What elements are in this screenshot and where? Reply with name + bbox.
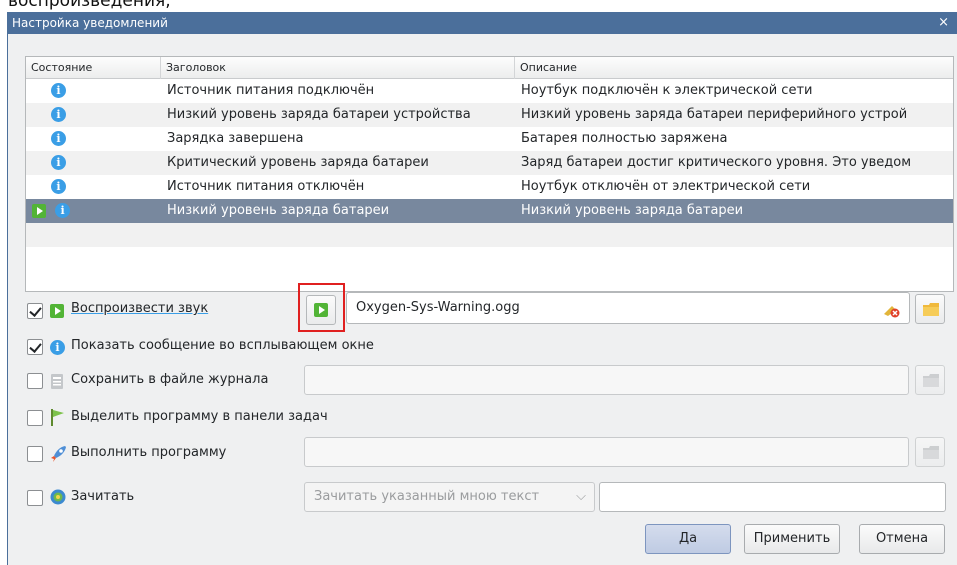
table-row[interactable]: i Низкий уровень заряда батареи устройст… [26,103,953,127]
speech-icon [50,489,66,505]
speech-text-field[interactable] [599,482,946,512]
row-description: Ноутбук подключён к электрической сети [521,83,813,98]
browse-command-button[interactable] [915,437,945,467]
info-icon: i [51,107,66,122]
sound-file-field[interactable]: Oxygen-Sys-Warning.ogg [346,292,910,324]
row-title: Зарядка завершена [167,131,304,146]
run-command-label[interactable]: Выполнить программу [71,445,226,460]
row-description: Батарея полностью заряжена [521,131,728,146]
browse-sound-button[interactable] [915,294,945,324]
log-to-file-label[interactable]: Сохранить в файле журнала [71,372,268,387]
close-button[interactable]: × [938,12,949,34]
speech-mode-value: Зачитать указанный мною текст [314,489,540,504]
command-field[interactable] [304,437,909,467]
info-icon: i [51,179,66,194]
cancel-button[interactable]: Отмена [859,524,945,554]
folder-icon [923,374,939,387]
table-row-empty [26,223,953,247]
log-to-file-checkbox[interactable] [27,373,43,389]
clear-field-icon[interactable] [882,300,900,318]
ok-button[interactable]: Да [645,524,731,554]
background-text-fragment: воспроизведения, [8,0,171,11]
row-description: Ноутбук отключён от электрической сети [521,179,811,194]
row-title: Источник питания подключён [167,83,375,98]
row-title: Критический уровень заряда батареи [167,155,429,170]
table-row[interactable]: i Зарядка завершена Батарея полностью за… [26,127,953,151]
info-icon: i [50,340,65,355]
column-header-status[interactable]: Состояние [26,57,161,79]
sound-icon [32,203,46,218]
browse-log-button[interactable] [915,365,945,395]
rocket-icon [51,446,66,462]
list-header: Состояние Заголовок Описание [26,57,953,79]
folder-icon [923,303,939,316]
play-icon [314,303,328,317]
table-row[interactable]: i Критический уровень заряда батареи Зар… [26,151,953,175]
flag-icon [51,409,64,426]
table-row[interactable]: i Источник питания подключён Ноутбук под… [26,79,953,103]
play-sound-checkbox[interactable] [27,303,43,319]
event-list[interactable]: Состояние Заголовок Описание i Источник … [25,56,954,292]
chevron-down-icon: ⌵ [576,489,586,504]
info-icon: i [51,83,66,98]
play-icon [50,304,64,318]
row-description: Заряд батареи достиг критического уровня… [521,155,912,170]
play-sound-label[interactable]: Воспроизвести звук [71,301,208,316]
sound-file-value: Oxygen-Sys-Warning.ogg [356,300,520,315]
title-bar: Настройка уведомлений × [8,12,957,34]
column-header-title[interactable]: Заголовок [161,57,515,79]
run-command-checkbox[interactable] [27,446,43,462]
row-title: Источник питания отключён [167,179,365,194]
window-title: Настройка уведомлений [12,16,168,30]
show-popup-label[interactable]: Показать сообщение во всплывающем окне [71,338,374,353]
taskbar-label[interactable]: Выделить программу в панели задач [71,409,328,424]
info-icon: i [51,155,66,170]
table-row[interactable]: i Источник питания отключён Ноутбук откл… [26,175,953,199]
row-description: Низкий уровень заряда батареи периферийн… [521,107,908,122]
notification-settings-dialog: Настройка уведомлений × Состояние Заголо… [7,12,957,565]
row-title: Низкий уровень заряда батареи устройства [167,107,471,122]
apply-button[interactable]: Применить [744,524,840,554]
log-file-field[interactable] [304,365,909,395]
speech-mode-select[interactable]: Зачитать указанный мною текст ⌵ [304,482,595,512]
taskbar-checkbox[interactable] [27,410,43,426]
speech-checkbox[interactable] [27,490,43,506]
table-row-selected[interactable]: i Низкий уровень заряда батареи Низкий у… [26,199,953,223]
show-popup-checkbox[interactable] [27,339,43,355]
play-sound-button[interactable] [306,295,336,325]
speech-label[interactable]: Зачитать [71,489,134,504]
row-title: Низкий уровень заряда батареи [167,203,390,218]
log-file-icon [51,374,63,389]
info-icon: i [55,203,71,218]
row-description: Низкий уровень заряда батареи [521,203,744,218]
folder-icon [923,446,939,459]
info-icon: i [51,131,66,146]
column-header-description[interactable]: Описание [515,57,953,79]
